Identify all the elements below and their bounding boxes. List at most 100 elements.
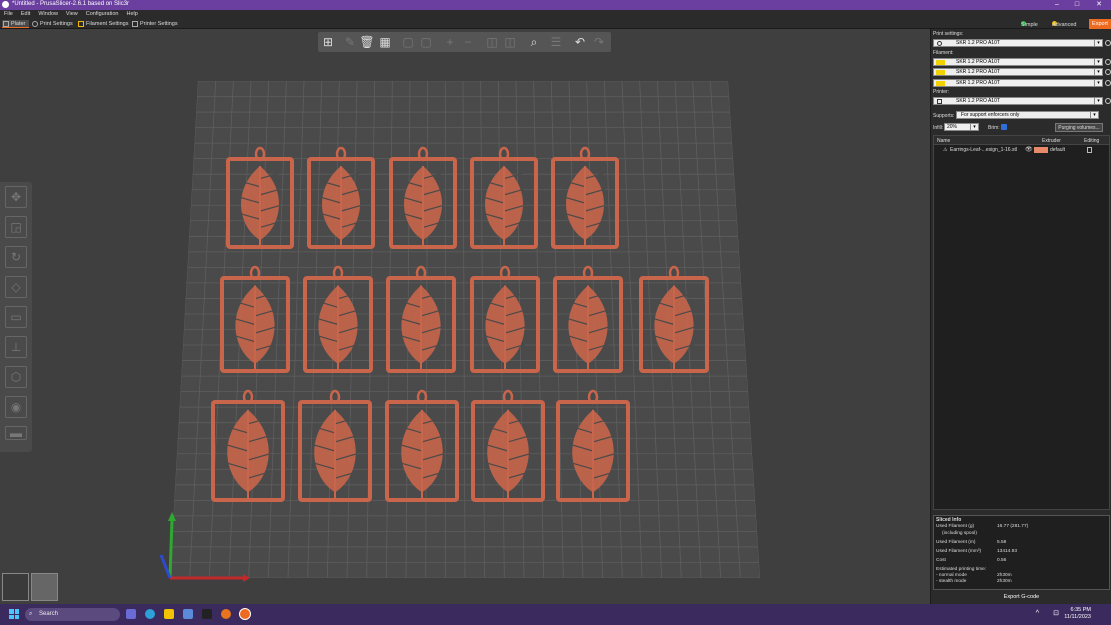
infill-combo[interactable]: 20% ▾	[944, 123, 979, 131]
maximize-button[interactable]: □	[1067, 0, 1087, 10]
printer-profile-combo[interactable]: SKR 1.2 PRO A10T ▾	[933, 97, 1103, 105]
supports-combo[interactable]: For support enforcers only ▾	[956, 111, 1099, 119]
window-title: *Untitled - PrusaSlicer-2.6.1 based on S…	[12, 1, 130, 7]
support-paint-icon[interactable]: ⊥	[5, 336, 27, 358]
copy-icon[interactable]: ▢	[400, 34, 416, 50]
chevron-down-icon: ▾	[970, 124, 978, 131]
col-name[interactable]: Name	[937, 138, 950, 144]
windows-start-icon[interactable]	[9, 609, 19, 619]
mmu-paint-icon[interactable]: ◉	[5, 396, 27, 418]
col-extruder[interactable]: Extruder	[1042, 138, 1061, 144]
taskbar-app-icon-2[interactable]	[202, 609, 212, 619]
place-on-face-icon[interactable]: ◇	[5, 276, 27, 298]
filament-combo-1[interactable]: SKR 1.2 PRO A10T ▾	[933, 58, 1103, 66]
delete-all-icon[interactable]: 🗑	[359, 34, 375, 50]
printer-icon	[937, 99, 942, 104]
paste-icon[interactable]: ▢	[418, 34, 434, 50]
sliced-info-key: Estimated printing time:	[936, 567, 987, 572]
filament-2-gear-icon[interactable]	[1105, 69, 1111, 75]
filament-combo-2[interactable]: SKR 1.2 PRO A10T ▾	[933, 68, 1103, 76]
delete-icon[interactable]: ✎	[342, 34, 358, 50]
filament-label: Filament:	[933, 50, 954, 56]
seam-paint-icon[interactable]: ⬡	[5, 366, 27, 388]
menu-configuration[interactable]: Configuration	[82, 10, 123, 18]
add-instance-icon[interactable]: +	[442, 34, 458, 50]
split-parts-icon[interactable]: ◫	[502, 34, 518, 50]
export-gcode-button[interactable]: Export G-code	[933, 592, 1110, 602]
tab-print-settings[interactable]: Print Settings	[31, 20, 75, 28]
search-icon[interactable]: ⌕	[526, 34, 542, 50]
sliced-info-value: 5.58	[997, 540, 1007, 545]
brim-label: Brim:	[988, 125, 1000, 131]
menu-help[interactable]: Help	[122, 10, 141, 18]
tab-export[interactable]: Export	[1089, 19, 1111, 29]
taskbar-app-icon[interactable]	[126, 609, 136, 619]
print-profile-combo[interactable]: SKR 1.2 PRO A10T ▾	[933, 39, 1103, 47]
edge-icon[interactable]	[145, 609, 155, 619]
store-icon[interactable]	[183, 609, 193, 619]
tray-chevron-icon[interactable]: ^	[1036, 610, 1039, 617]
add-object-icon[interactable]: ⊞	[320, 34, 336, 50]
sliced-info-key: Used Filament (g)	[936, 524, 975, 529]
sliced-info-key: - stealth mode	[936, 579, 967, 584]
object-list[interactable]: Name Extruder Editing ⚠ Earrings-Leaf-..…	[933, 135, 1110, 510]
network-volume-icon[interactable]: ⊡	[1053, 609, 1059, 617]
tab-filament-settings[interactable]: Filament Settings	[77, 20, 129, 28]
split-objects-icon[interactable]: ◫	[484, 34, 500, 50]
visibility-eye-icon[interactable]: 👁	[1025, 146, 1033, 153]
tab-printer-settings[interactable]: Printer Settings	[131, 20, 181, 28]
printer-gear-icon[interactable]	[1105, 98, 1111, 104]
tab-plater[interactable]: Plater	[2, 20, 29, 28]
minimize-button[interactable]: –	[1047, 0, 1067, 10]
filament-3-gear-icon[interactable]	[1105, 80, 1111, 86]
sliced-info-value: 2h30m	[997, 579, 1012, 584]
menu-window[interactable]: Window	[34, 10, 62, 18]
menu-bar: File Edit Window View Configuration Help	[0, 10, 1111, 19]
filament-combo-3[interactable]: SKR 1.2 PRO A10T ▾	[933, 79, 1103, 87]
taskbar-app-icon-3[interactable]	[221, 609, 231, 619]
object-row[interactable]: ⚠ Earrings-Leaf-...esign_1-16.stl 👁 defa…	[934, 146, 1109, 155]
purging-volumes-button[interactable]: Purging volumes...	[1055, 123, 1103, 132]
filament-1-gear-icon[interactable]	[1105, 59, 1111, 65]
preview-icon[interactable]	[31, 573, 58, 601]
scale-icon[interactable]: ◲	[5, 216, 27, 238]
taskbar-search[interactable]: ⌕ Search	[25, 608, 120, 621]
prusaslicer-taskbar-icon[interactable]	[240, 609, 250, 619]
sliced-info-value: 13414.93	[997, 549, 1018, 554]
redo-icon[interactable]: ↷	[591, 34, 607, 50]
rotate-icon[interactable]: ↻	[5, 246, 27, 268]
extruder-value[interactable]: default	[1050, 147, 1065, 153]
remove-instance-icon[interactable]: −	[460, 34, 476, 50]
title-bar: *Untitled - PrusaSlicer-2.6.1 based on S…	[0, 0, 1111, 10]
chevron-down-icon: ▾	[1094, 59, 1102, 66]
spool-icon	[78, 21, 84, 27]
menu-view[interactable]: View	[62, 10, 82, 18]
print-settings-label: Print settings:	[933, 31, 964, 37]
3d-view-icon[interactable]	[2, 573, 29, 601]
layer-editing-icon[interactable]: ☰	[548, 34, 564, 50]
3d-viewport[interactable]: ⊞ ✎ 🗑 ▦ ▢ ▢ + − ◫ ◫ ⌕ ☰ ↶ ↷ ✥ ◲ ↻ ◇ ▭ ⊥ …	[0, 29, 930, 604]
move-icon[interactable]: ✥	[5, 186, 27, 208]
taskbar-clock[interactable]: 6:35 PM 11/11/2023	[1064, 607, 1091, 621]
brim-checkbox[interactable]	[1001, 124, 1007, 130]
sliced-info-value: 2h30m	[997, 573, 1012, 578]
close-button[interactable]: ✕	[1089, 0, 1109, 10]
editing-icon[interactable]	[1087, 147, 1092, 153]
col-editing[interactable]: Editing	[1084, 138, 1099, 144]
measure-icon[interactable]: ▬	[5, 426, 27, 440]
left-gizmo-toolbar: ✥ ◲ ↻ ◇ ▭ ⊥ ⬡ ◉ ▬	[0, 182, 32, 452]
warning-icon: ⚠	[943, 147, 948, 153]
arrange-icon[interactable]: ▦	[377, 34, 393, 50]
cut-icon[interactable]: ▭	[5, 306, 27, 328]
infill-label: Infill:	[933, 125, 944, 131]
menu-edit[interactable]: Edit	[17, 10, 34, 18]
file-explorer-icon[interactable]	[164, 609, 174, 619]
menu-file[interactable]: File	[0, 10, 17, 18]
undo-icon[interactable]: ↶	[572, 34, 588, 50]
search-icon: ⌕	[29, 611, 33, 617]
printer-label: Printer:	[933, 89, 950, 95]
right-sidebar: Print settings: SKR 1.2 PRO A10T ▾ Filame…	[930, 29, 1111, 604]
chevron-down-icon: ▾	[1094, 98, 1102, 105]
sliced-info-key: - normal mode	[936, 573, 967, 578]
print-settings-gear-icon[interactable]	[1105, 40, 1111, 46]
